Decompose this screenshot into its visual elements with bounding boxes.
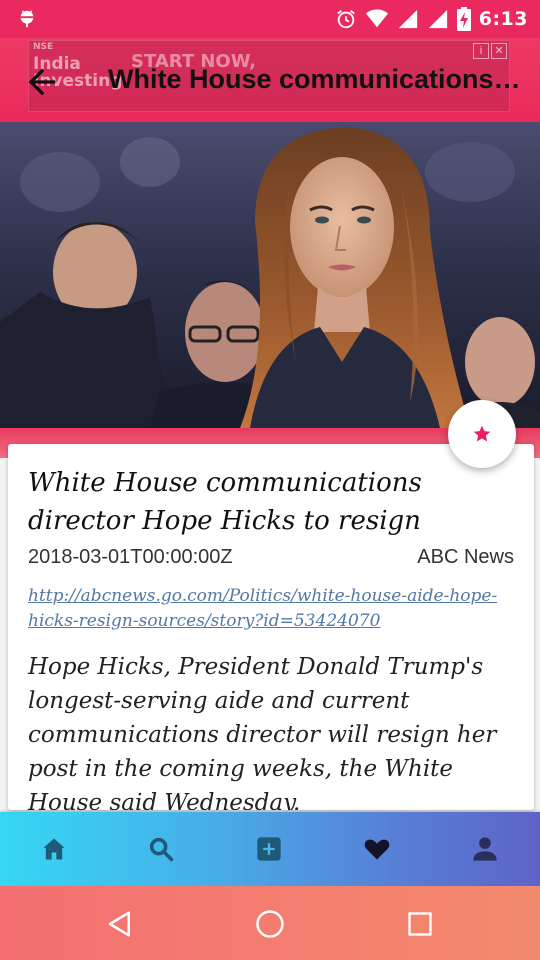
system-recents-button[interactable]: [402, 906, 438, 942]
battery-charging-icon: [456, 7, 471, 31]
article-image: [0, 122, 540, 428]
clock: 6:13: [478, 8, 528, 30]
ad-close-icon[interactable]: ✕: [491, 43, 507, 59]
signal-icon: [398, 9, 417, 29]
article-card: White House communications director Hope…: [8, 444, 534, 810]
favorite-button[interactable]: [448, 400, 516, 468]
page-title: White House communications director Hope…: [108, 64, 526, 94]
signal-icon: [428, 9, 447, 29]
nav-profile[interactable]: [470, 834, 500, 864]
arrow-left-icon[interactable]: [22, 62, 62, 102]
person-icon: [473, 837, 497, 861]
circle-home-icon: [256, 910, 284, 938]
home-icon: [43, 838, 65, 860]
ad-logo-line: NSE: [33, 42, 54, 52]
nav-favorites[interactable]: [362, 834, 392, 864]
square-recents-icon: [408, 912, 432, 936]
system-back-button[interactable]: [102, 906, 138, 942]
android-debug-icon: [20, 10, 34, 28]
article-title: White House communications director Hope…: [28, 468, 422, 536]
alarm-icon: [336, 10, 355, 29]
status-bar: 6:13: [0, 0, 540, 38]
nav-add[interactable]: [254, 834, 284, 864]
status-icons: 6:13: [335, 6, 528, 32]
heart-icon: [364, 839, 390, 860]
article-date: 2018-03-01T00:00:00Z: [28, 546, 233, 568]
article-photo: [0, 122, 540, 428]
system-home-button[interactable]: [252, 906, 288, 942]
article-source: ABC News: [417, 546, 514, 568]
article-description: Hope Hicks, President Donald Trump's lon…: [28, 654, 497, 810]
triangle-back-icon: [108, 911, 130, 937]
article-link[interactable]: http://abcnews.go.com/Politics/white-hou…: [28, 584, 508, 634]
app-bar: NSE India Investing START NOW, i ✕ White…: [0, 38, 540, 122]
bottom-navigation: [0, 812, 540, 886]
ad-controls: i ✕: [473, 43, 507, 59]
star-icon: [473, 425, 491, 442]
add-box-icon: [257, 837, 281, 861]
wifi-icon: [365, 9, 388, 28]
system-navigation-bar: [0, 886, 540, 960]
search-icon: [149, 837, 174, 862]
nav-home[interactable]: [39, 834, 69, 864]
nav-search[interactable]: [146, 834, 176, 864]
ad-info-icon[interactable]: i: [473, 43, 489, 59]
